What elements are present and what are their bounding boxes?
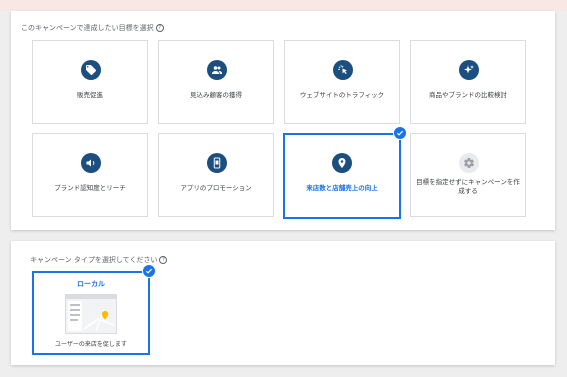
- goal-card-traffic[interactable]: ウェブサイトのトラフィック: [284, 40, 400, 124]
- goal-card-label: 見込み顧客の獲得: [190, 91, 242, 99]
- goal-card-leads[interactable]: 見込み顧客の獲得: [158, 40, 274, 124]
- goal-card-consideration[interactable]: 商品やブランドの比較検討: [410, 40, 526, 124]
- goal-card-app-promotion[interactable]: アプリのプロモーション: [158, 133, 274, 217]
- type-section-title-text: キャンペーン タイプを選択してください: [30, 256, 158, 264]
- selected-check-icon: [142, 264, 156, 278]
- goal-card-label: ウェブサイトのトラフィック: [299, 91, 385, 99]
- campaign-type-description: ユーザーの来店を促します: [55, 341, 127, 348]
- selected-check-icon: [393, 126, 407, 140]
- gear-icon: [459, 153, 479, 173]
- location-pin-icon: [332, 153, 352, 173]
- people-icon: [207, 60, 227, 80]
- phone-icon: [207, 153, 227, 173]
- help-icon[interactable]: ?: [155, 24, 164, 32]
- goals-section-title: このキャンペーンで達成したい目標を選択?: [21, 23, 164, 33]
- help-icon[interactable]: ?: [159, 256, 168, 264]
- goal-card-label: 目標を指定せずにキャンペーンを作成する: [416, 178, 520, 195]
- local-map-illustration: [65, 294, 117, 334]
- goals-section-title-text: このキャンペーンで達成したい目標を選択: [21, 24, 154, 32]
- tag-icon: [81, 60, 101, 80]
- goal-card-store-visits[interactable]: 来店数と店舗売上の向上: [283, 133, 401, 219]
- goal-card-label: 来店数と店舗売上の向上: [306, 184, 378, 192]
- campaign-type-card-local[interactable]: ローカル ユーザーの来店を促します: [32, 271, 150, 355]
- goal-card-awareness[interactable]: ブランド認知度とリーチ: [32, 133, 148, 217]
- top-banner-strip: [0, 0, 567, 10]
- sparkle-icon: [459, 60, 479, 80]
- goal-card-label: 販売促進: [77, 91, 103, 99]
- goal-card-label: ブランド認知度とリーチ: [54, 184, 126, 192]
- goal-card-label: アプリのプロモーション: [180, 184, 252, 192]
- goal-card-no-goal[interactable]: 目標を指定せずにキャンペーンを作成する: [410, 133, 526, 217]
- goal-card-sales[interactable]: 販売促進: [32, 40, 148, 124]
- speaker-icon: [81, 153, 101, 173]
- goal-card-label: 商品やブランドの比較検討: [429, 91, 507, 99]
- cursor-click-icon: [333, 60, 353, 80]
- campaign-type-title: ローカル: [77, 280, 105, 288]
